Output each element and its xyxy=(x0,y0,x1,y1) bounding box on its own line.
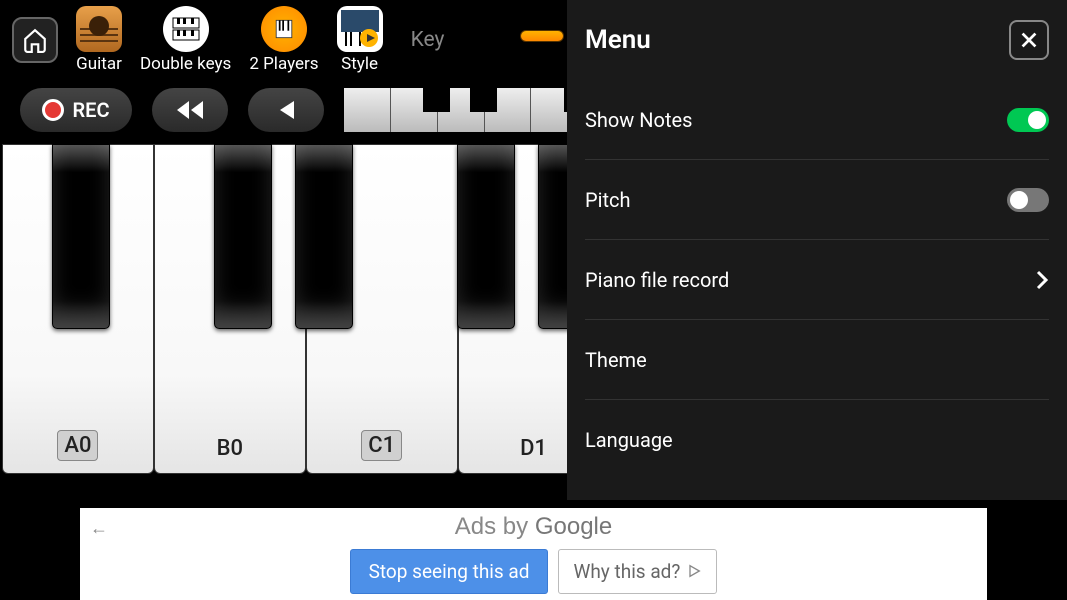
double-keys-icon xyxy=(163,6,209,52)
menu-item-show-notes[interactable]: Show Notes xyxy=(585,80,1049,160)
slider-handle[interactable] xyxy=(520,30,564,42)
chevron-right-icon xyxy=(1035,269,1049,291)
toolbar-guitar[interactable]: Guitar xyxy=(76,6,122,74)
note-label: B0 xyxy=(217,436,243,461)
ad-why-label: Why this ad? xyxy=(573,560,680,583)
toolbar-double-keys-label: Double keys xyxy=(140,54,231,74)
record-icon xyxy=(42,99,64,121)
key-indicator: Key xyxy=(411,28,445,52)
menu-panel: Menu Show Notes Pitch Piano file record The… xyxy=(567,0,1067,500)
play-button[interactable] xyxy=(248,88,324,132)
style-icon xyxy=(337,6,383,52)
toolbar-two-players-label: 2 Players xyxy=(249,54,318,74)
rewind-button[interactable] xyxy=(152,88,228,132)
toggle-pitch[interactable] xyxy=(1007,188,1049,212)
play-left-icon xyxy=(276,99,296,121)
menu-item-label: Show Notes xyxy=(585,108,692,132)
menu-item-label: Language xyxy=(585,428,673,452)
toggle-show-notes[interactable] xyxy=(1007,108,1049,132)
toolbar-guitar-label: Guitar xyxy=(76,54,122,74)
home-icon xyxy=(22,27,48,53)
menu-item-language[interactable]: Language xyxy=(585,400,1049,480)
toolbar-two-players[interactable]: 2 Players xyxy=(249,6,318,74)
close-icon xyxy=(1018,29,1040,51)
note-label: A0 xyxy=(57,430,98,461)
menu-header: Menu xyxy=(585,0,1049,80)
toolbar-style-label: Style xyxy=(341,54,378,74)
black-key-F#1[interactable] xyxy=(457,144,515,329)
menu-item-label: Pitch xyxy=(585,188,631,212)
ad-back-button[interactable]: ← xyxy=(90,518,108,539)
toolbar-style[interactable]: Style xyxy=(337,6,383,74)
ad-stop-button[interactable]: Stop seeing this ad xyxy=(350,549,549,594)
note-label: C1 xyxy=(361,430,402,461)
ad-title-prefix: Ads by xyxy=(455,513,535,540)
two-players-icon xyxy=(261,6,307,52)
menu-item-label: Piano file record xyxy=(585,268,729,292)
record-label: REC xyxy=(72,98,109,122)
black-key-D#1[interactable] xyxy=(295,144,353,329)
ad-why-button[interactable]: Why this ad? xyxy=(558,549,717,594)
guitar-icon xyxy=(76,6,122,52)
ad-title: Ads by Google xyxy=(455,513,612,541)
close-button[interactable] xyxy=(1009,20,1049,60)
toolbar-double-keys[interactable]: Double keys xyxy=(140,6,231,74)
menu-title: Menu xyxy=(585,25,651,55)
home-button[interactable] xyxy=(12,17,58,63)
menu-item-label: Theme xyxy=(585,348,647,372)
menu-item-theme[interactable]: Theme xyxy=(585,320,1049,400)
menu-item-piano-file-record[interactable]: Piano file record xyxy=(585,240,1049,320)
black-key-C#1[interactable] xyxy=(214,144,272,329)
ad-brand: Google xyxy=(535,513,612,540)
rewind-icon xyxy=(175,99,205,121)
ad-banner: ← Ads by Google Stop seeing this ad Why … xyxy=(80,508,987,600)
black-key-A#0[interactable] xyxy=(52,144,110,329)
note-label: D1 xyxy=(520,436,547,461)
menu-item-pitch[interactable]: Pitch xyxy=(585,160,1049,240)
adchoices-icon xyxy=(686,563,702,579)
record-button[interactable]: REC xyxy=(20,88,132,132)
